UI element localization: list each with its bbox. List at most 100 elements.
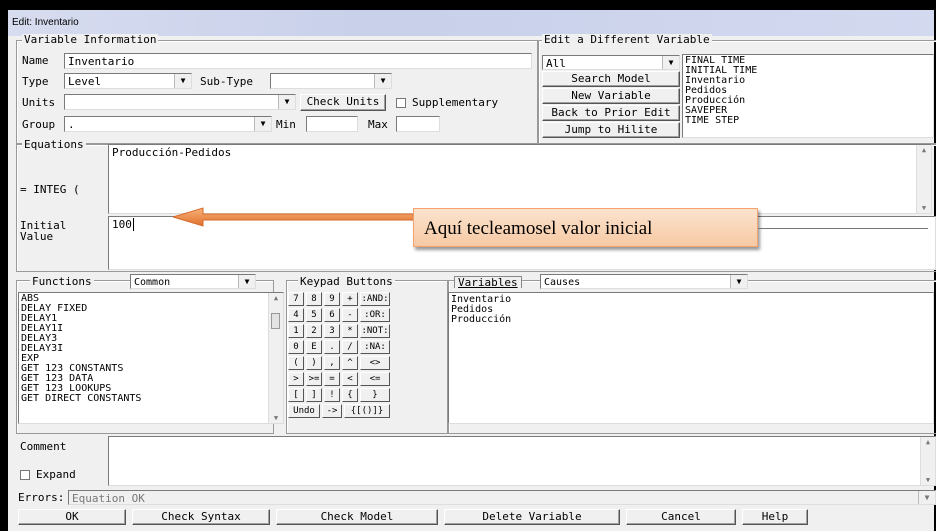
keypad-arrow-button[interactable]: -> — [322, 404, 342, 418]
list-item[interactable]: GET DIRECT CONSTANTS — [19, 394, 283, 404]
scroll-up-icon[interactable]: ▲ — [917, 145, 931, 155]
initial-value-label-2: Value — [20, 230, 54, 243]
list-item[interactable]: DELAY FIXED — [19, 304, 283, 314]
variable-filter-select[interactable]: All ▼ — [542, 55, 680, 70]
keypad-key[interactable]: = — [324, 372, 340, 386]
chevron-down-icon[interactable]: ▼ — [238, 275, 255, 288]
annotation-arrow — [173, 207, 418, 227]
keypad-key[interactable]: :OR: — [360, 308, 390, 322]
chevron-down-icon[interactable]: ▼ — [174, 74, 191, 88]
scroll-down-icon[interactable]: ▼ — [269, 413, 283, 423]
list-item[interactable]: DELAY1I — [19, 324, 283, 334]
expand-checkbox[interactable] — [20, 470, 30, 480]
keypad-key[interactable]: ^ — [342, 356, 358, 370]
keypad-key[interactable]: :AND: — [360, 292, 390, 306]
keypad-key[interactable]: - — [342, 308, 358, 322]
keypad-key[interactable]: <> — [360, 356, 390, 370]
functions-scrollbar[interactable]: ▲ ▼ — [268, 293, 283, 423]
chevron-down-icon[interactable]: ▼ — [278, 95, 295, 109]
keypad-key[interactable]: 5 — [306, 308, 322, 322]
delete-variable-button[interactable]: Delete Variable — [444, 509, 620, 525]
keypad-key[interactable]: 8 — [306, 292, 322, 306]
comment-label: Comment — [20, 440, 67, 453]
variables-select[interactable]: Causes ▼ — [540, 274, 748, 289]
search-model-button[interactable]: Search Model — [542, 71, 680, 87]
keypad-key[interactable]: . — [324, 340, 340, 354]
keypad-key[interactable]: < — [342, 372, 358, 386]
variables-list[interactable]: Inventario Pedidos Producción — [448, 292, 934, 424]
keypad-key[interactable]: ] — [306, 388, 322, 402]
subtype-select[interactable]: ▼ — [270, 73, 392, 89]
scroll-up-icon[interactable]: ▲ — [921, 437, 935, 447]
keypad-key[interactable]: > — [288, 372, 304, 386]
list-item[interactable]: DELAY3I — [19, 344, 283, 354]
chevron-down-icon[interactable]: ▼ — [254, 117, 271, 131]
list-item[interactable]: TIME STEP — [683, 116, 933, 126]
chevron-down-icon[interactable]: ▼ — [730, 275, 747, 288]
scroll-thumb[interactable] — [271, 313, 280, 329]
name-field[interactable]: Inventario — [64, 53, 532, 69]
variable-list[interactable]: FINAL TIME INITIAL TIME Inventario Pedid… — [682, 54, 934, 138]
keypad-braces-button[interactable]: {[()]} — [344, 404, 390, 418]
keypad-key[interactable]: 1 — [288, 324, 304, 338]
min-label: Min — [276, 118, 296, 131]
keypad-key[interactable]: { — [342, 388, 358, 402]
function-category-select[interactable]: Common ▼ — [130, 274, 256, 289]
functions-list[interactable]: ABS DELAY FIXED DELAY1 DELAY1I DELAY3 DE… — [18, 292, 284, 424]
errors-field[interactable]: Equation OK ▼ — [68, 490, 936, 505]
keypad-key[interactable]: [ — [288, 388, 304, 402]
chevron-down-icon[interactable]: ▼ — [374, 74, 391, 88]
keypad-key[interactable]: :NA: — [360, 340, 390, 354]
keypad-key[interactable]: ) — [306, 356, 322, 370]
comment-textarea[interactable]: ▲ ▼ — [108, 436, 936, 486]
new-variable-button[interactable]: New Variable — [542, 88, 680, 104]
list-item[interactable]: Producción — [449, 315, 933, 325]
group-select[interactable]: . ▼ — [64, 116, 272, 132]
variable-filter-value: All — [546, 57, 566, 70]
help-button[interactable]: Help — [742, 509, 808, 525]
keypad-key[interactable]: 2 — [306, 324, 322, 338]
variables-tab[interactable]: Variables — [454, 276, 522, 288]
chevron-down-icon[interactable]: ▼ — [662, 56, 679, 69]
scroll-down-icon[interactable]: ▼ — [921, 475, 935, 485]
keypad-key[interactable]: , — [324, 356, 340, 370]
check-model-button[interactable]: Check Model — [276, 509, 438, 525]
keypad-key[interactable]: <= — [360, 372, 390, 386]
list-item[interactable]: Pedidos — [449, 305, 933, 315]
keypad-key[interactable]: 7 — [288, 292, 304, 306]
keypad-key[interactable]: * — [342, 324, 358, 338]
back-to-prior-edit-button[interactable]: Back to Prior Edit — [542, 105, 680, 121]
keypad-key[interactable]: 0 — [288, 340, 304, 354]
cancel-button[interactable]: Cancel — [626, 509, 736, 525]
ok-button[interactable]: OK — [18, 509, 126, 525]
supplementary-checkbox[interactable] — [396, 98, 406, 108]
comment-scrollbar[interactable]: ▲ ▼ — [920, 437, 935, 485]
type-select[interactable]: Level ▼ — [64, 73, 192, 89]
scroll-down-icon[interactable]: ▼ — [917, 203, 931, 213]
keypad-key[interactable]: } — [360, 388, 390, 402]
keypad-key[interactable]: / — [342, 340, 358, 354]
scroll-up-icon[interactable]: ▲ — [269, 293, 283, 303]
equation-textarea[interactable]: Producción-Pedidos ▲ ▼ — [108, 144, 932, 214]
keypad-key[interactable]: >= — [306, 372, 322, 386]
keypad-key[interactable]: 3 — [324, 324, 340, 338]
check-syntax-button[interactable]: Check Syntax — [132, 509, 270, 525]
keypad-key[interactable]: 9 — [324, 292, 340, 306]
keypad-key[interactable]: ! — [324, 388, 340, 402]
units-select[interactable]: ▼ — [64, 94, 296, 110]
max-field[interactable] — [396, 116, 440, 132]
equation-scrollbar[interactable]: ▲ ▼ — [916, 145, 931, 213]
keypad-key[interactable]: E — [306, 340, 322, 354]
keypad-key[interactable]: :NOT: — [360, 324, 390, 338]
keypad-undo-button[interactable]: Undo — [288, 404, 320, 418]
jump-to-hilite-button[interactable]: Jump to Hilite — [542, 122, 680, 138]
keypad-key[interactable]: + — [342, 292, 358, 306]
min-field[interactable] — [306, 116, 358, 132]
keypad-key[interactable]: 4 — [288, 308, 304, 322]
callout-leader-line — [758, 228, 928, 229]
chevron-down-icon[interactable]: ▼ — [918, 491, 935, 504]
keypad-key[interactable]: ( — [288, 356, 304, 370]
check-units-button[interactable]: Check Units — [300, 94, 386, 111]
list-item[interactable]: Inventario — [449, 295, 933, 305]
keypad-key[interactable]: 6 — [324, 308, 340, 322]
